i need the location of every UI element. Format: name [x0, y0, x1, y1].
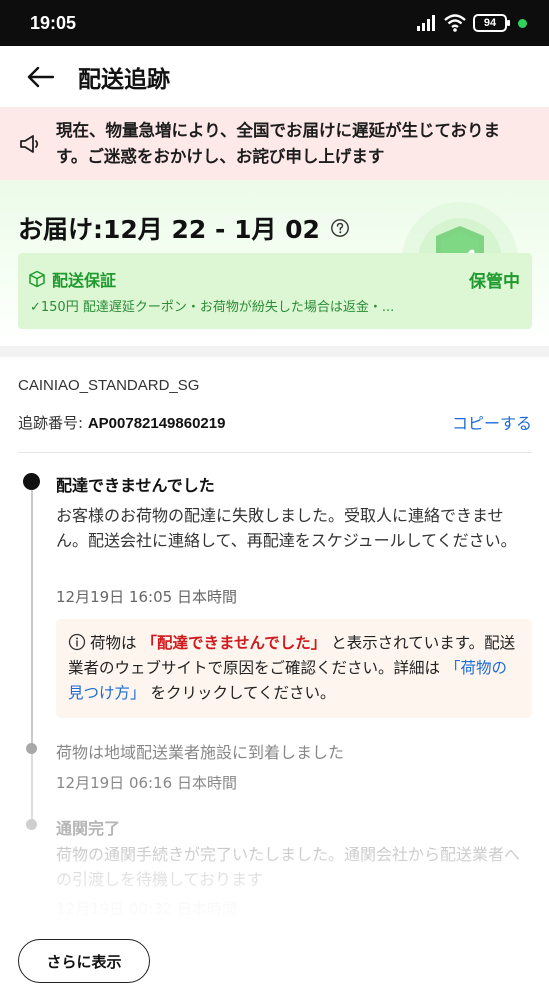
show-more-button[interactable]: さらに表示 — [18, 939, 150, 983]
event-title: 通関完了 — [56, 819, 121, 838]
page-title: 配送追跡 — [78, 66, 170, 93]
megaphone-icon — [20, 134, 39, 153]
tracking-number-label: 追跡番号: — [18, 413, 88, 432]
event-time: 12月19日 00:32 日本時間 — [56, 900, 237, 918]
timeline-line — [31, 488, 33, 748]
guarantee-title: 配送保証 — [52, 271, 117, 290]
tracking-number-row: 追跡番号: AP00782149860219 コピーする — [18, 410, 532, 434]
guarantee-description: ✓150円 配達遅延クーポン・お荷物が紛失した場合は返金・... — [30, 300, 395, 315]
status-highlight: 「配達できませんでした」 — [141, 634, 327, 652]
info-icon — [68, 633, 86, 651]
help-icon[interactable] — [330, 218, 350, 238]
delivery-estimate-card: お届け:12月 22 - 1月 02 配送保証 保管中 ✓150円 配達遅延クー… — [0, 180, 549, 346]
tracking-screen: 19:05 94 配送追跡 現在、物量急増により、全国でお届けに遅延が生じており… — [0, 0, 549, 999]
divider-line — [18, 452, 532, 453]
tracking-number-group: 追跡番号: AP00782149860219 — [18, 412, 225, 433]
status-icons: 94 — [417, 14, 527, 32]
timeline-dot — [26, 819, 37, 830]
signal-icon — [417, 15, 435, 31]
timeline-line-faded — [31, 748, 33, 824]
event-description: お客様のお荷物の配達に失敗しました。受取人に連絡できません。配送会社に連絡して、… — [56, 506, 517, 550]
notice-text: 現在、物量急増により、全国でお届けに遅延が生じております。ご迷惑をおかけし、お詫… — [56, 120, 501, 166]
tracking-number: AP00782149860219 — [87, 414, 226, 432]
info-text: をクリックしてください。 — [150, 684, 336, 702]
app-header: 配送追跡 — [0, 46, 549, 107]
guarantee-header: 配送保証 — [28, 267, 116, 291]
event-title: 配達できませんでした — [56, 476, 215, 495]
timeline-dot-current — [23, 473, 40, 490]
privacy-indicator-icon — [518, 18, 527, 28]
event-time: 12月19日 16:05 日本時間 — [56, 588, 237, 606]
status-bar: 19:05 94 — [0, 0, 549, 46]
timeline-dot — [26, 743, 37, 754]
delivery-guarantee-box[interactable]: 配送保証 保管中 ✓150円 配達遅延クーポン・お荷物が紛失した場合は返金・..… — [18, 253, 532, 329]
back-button[interactable] — [20, 57, 60, 97]
battery-icon: 94 — [473, 14, 510, 32]
event-time: 12月19日 06:16 日本時間 — [56, 774, 237, 792]
carrier-name: CAINIAO_STANDARD_SG — [18, 377, 200, 394]
delay-notice: 現在、物量急増により、全国でお届けに遅延が生じております。ご迷惑をおかけし、お詫… — [0, 107, 549, 180]
section-divider — [0, 346, 549, 357]
copy-button[interactable]: コピーする — [452, 410, 532, 434]
info-box: 荷物は 「配達できませんでした」 と表示されています。配送業者のウェブサイトで原… — [56, 619, 532, 718]
arrow-left-icon — [27, 66, 54, 87]
status-time: 19:05 — [30, 12, 77, 33]
event-title: 荷物は地域配送業者施設に到着しました — [56, 743, 345, 762]
delivery-date-range: お届け:12月 22 - 1月 02 — [18, 210, 350, 246]
delivery-date-text: お届け:12月 22 - 1月 02 — [18, 215, 320, 244]
guarantee-status: 保管中 — [469, 272, 520, 292]
info-text: 荷物は — [90, 634, 137, 652]
event-description: 荷物の通関手続きが完了いたしました。通関会社から配送業者への引渡しを待機しており… — [56, 845, 521, 889]
package-icon — [29, 270, 45, 288]
wifi-icon — [444, 14, 466, 32]
